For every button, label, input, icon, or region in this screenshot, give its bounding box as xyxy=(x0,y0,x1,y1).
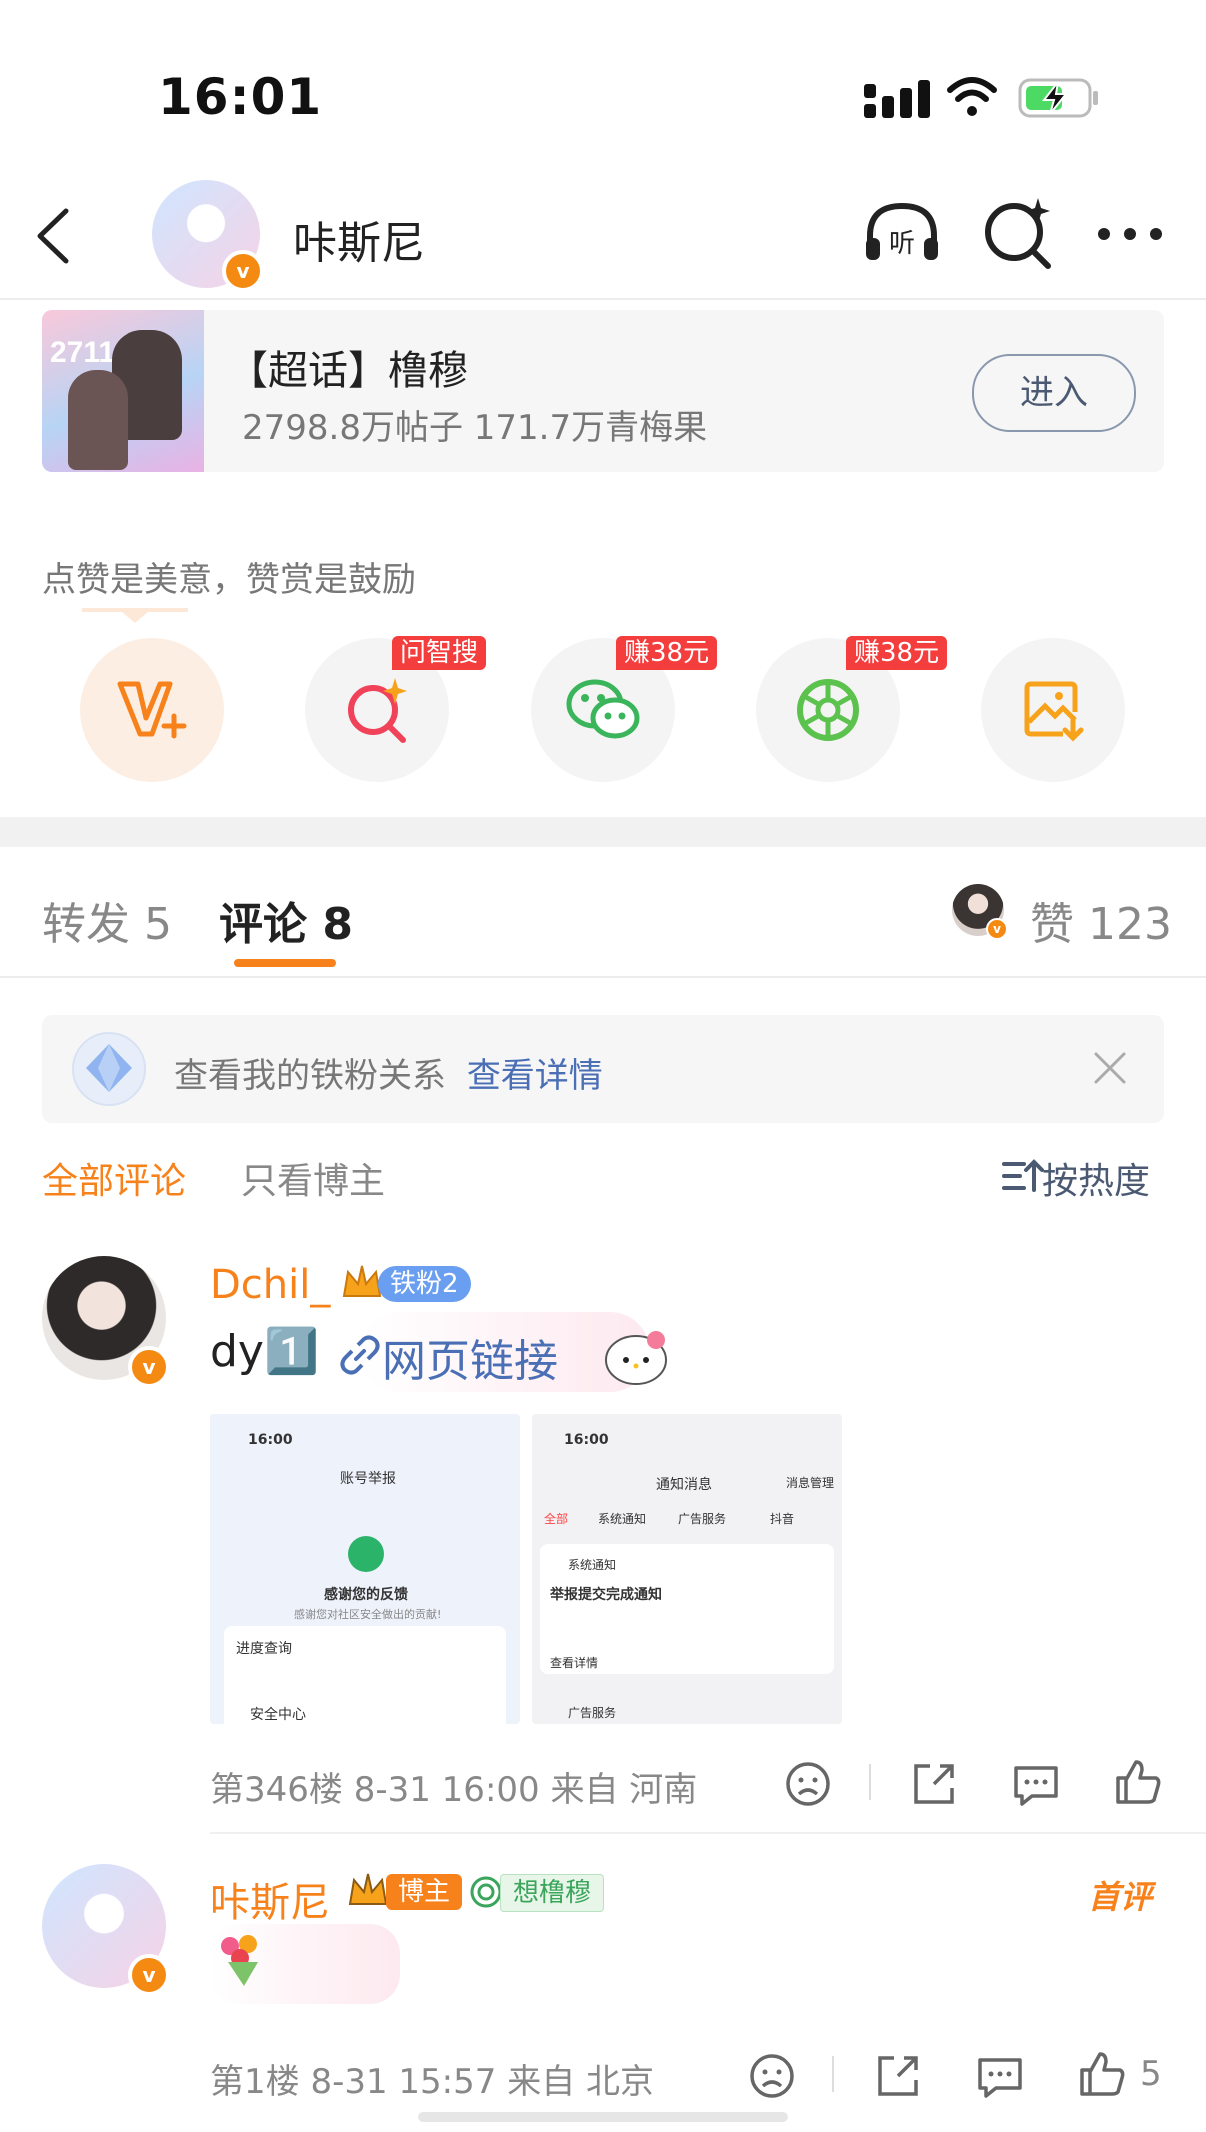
img2-chip-1: 全部 xyxy=(544,1512,569,1526)
first-comment-label: 首评 xyxy=(1088,1878,1153,1916)
svg-text:听: 听 xyxy=(889,229,915,259)
v-plus-icon xyxy=(117,681,187,739)
commenter-verified-icon: v xyxy=(128,1954,170,1996)
active-tab-indicator xyxy=(234,959,336,967)
back-arrow-icon[interactable] xyxy=(30,205,80,267)
host-badge: 博主 xyxy=(386,1874,463,1910)
reply-icon[interactable] xyxy=(1010,1758,1062,1810)
filter-all-comments[interactable]: 全部评论 xyxy=(42,1152,186,1204)
img2-line3: 查看详情 xyxy=(550,1656,599,1670)
like-thumb-icon[interactable] xyxy=(1112,1756,1164,1808)
img2-right: 消息管理 xyxy=(786,1476,835,1490)
moments-reward-tag: 赚38元 xyxy=(846,636,948,670)
comment-divider xyxy=(210,1832,1206,1834)
close-icon[interactable] xyxy=(1092,1050,1128,1086)
lollipop-icon xyxy=(470,1876,502,1908)
img1-line1: 感谢您的反馈 xyxy=(324,1587,408,1603)
wifi-icon xyxy=(947,77,997,116)
home-indicator[interactable] xyxy=(418,2112,788,2122)
smart-search-icon xyxy=(348,678,407,743)
img1-title: 账号举报 xyxy=(340,1471,396,1487)
commenter-name[interactable]: 咔斯尼 xyxy=(210,1870,330,1928)
like-tip: 点赞是美意，赞赏是鼓励 xyxy=(42,560,416,600)
tabs-divider xyxy=(0,976,1206,978)
liker-verified-icon: v xyxy=(986,918,1008,940)
img1-line2: 感谢您对社区安全做出的贡献! xyxy=(294,1608,442,1621)
hello-kitty-sticker-icon xyxy=(605,1331,667,1385)
iron-fan-label: 查看我的铁粉关系 xyxy=(174,1056,446,1096)
img2-chip-3: 广告服务 xyxy=(678,1512,727,1526)
smart-search-tag: 问智搜 xyxy=(392,636,487,670)
link-icon xyxy=(340,1335,380,1375)
super-topic-stats: 2798.8万帖子 171.7万青梅果 xyxy=(242,408,708,448)
search-icon[interactable] xyxy=(976,192,1060,276)
flower-bouquet-icon xyxy=(221,1935,258,1986)
sort-by-heat[interactable]: 按热度 xyxy=(1042,1152,1150,1204)
dislike-face-icon[interactable] xyxy=(746,2050,798,2102)
web-link[interactable]: 网页链接 xyxy=(382,1325,558,1389)
img2-line1: 系统通知 xyxy=(568,1558,617,1572)
more-icon[interactable] xyxy=(1096,220,1164,248)
img2-chip-4: 抖音 xyxy=(770,1512,795,1526)
commenter-verified-icon: v xyxy=(128,1346,170,1388)
comment-meta: 第346楼 8-31 16:00 来自 河南 xyxy=(210,1770,698,1810)
verified-badge-icon: v xyxy=(222,250,264,292)
img1-line4: 安全中心 xyxy=(250,1707,306,1723)
comment-image-1[interactable]: 16:00 账号举报 感谢您的反馈 感谢您对社区安全做出的贡献! 进度查询 安全… xyxy=(210,1414,520,1724)
action-separator xyxy=(832,2056,834,2092)
save-image-button[interactable] xyxy=(981,638,1125,782)
crown-icon xyxy=(348,1873,388,1905)
vip-reward-button[interactable] xyxy=(80,638,224,782)
tab-likes[interactable]: 赞 123 xyxy=(1030,888,1172,952)
img1-time: 16:00 xyxy=(248,1432,293,1448)
thumbnail-text: 2711 xyxy=(50,336,116,369)
topic-badge: 想橹穆 xyxy=(500,1874,605,1912)
enter-topic-button[interactable]: 进入 xyxy=(972,354,1136,432)
img2-line4: 广告服务 xyxy=(568,1706,617,1720)
img2-chip-2: 系统通知 xyxy=(598,1512,647,1526)
img2-time: 16:00 xyxy=(564,1432,609,1448)
tab-comments[interactable]: 评论 8 xyxy=(219,888,353,952)
img2-line2: 举报提交完成通知 xyxy=(550,1587,662,1603)
section-separator xyxy=(0,817,1206,847)
super-topic-thumbnail: 2711 xyxy=(42,310,204,472)
share-icon[interactable] xyxy=(872,2050,924,2102)
header-divider xyxy=(0,298,1206,300)
diamond-icon xyxy=(72,1032,146,1106)
dislike-face-icon[interactable] xyxy=(782,1758,834,1810)
share-icon[interactable] xyxy=(908,1758,960,1810)
iron-fan-text: 查看我的铁粉关系 查看详情 xyxy=(174,1048,603,1097)
comment-text: dy1️⃣ xyxy=(210,1326,319,1377)
wechat-icon xyxy=(566,679,640,739)
view-details-link[interactable]: 查看详情 xyxy=(467,1056,603,1096)
filter-host-only[interactable]: 只看博主 xyxy=(241,1152,385,1204)
iron-fan-badge: 铁粉2 xyxy=(378,1266,471,1302)
save-image-icon xyxy=(1024,681,1084,742)
img2-title: 通知消息 xyxy=(656,1477,712,1493)
battery-charging-icon xyxy=(1018,78,1098,118)
pointer-arrow xyxy=(82,608,188,623)
reply-icon[interactable] xyxy=(974,2050,1026,2102)
commenter-name[interactable]: Dchil_ xyxy=(210,1262,330,1308)
super-topic-title: 【超话】橹穆 xyxy=(228,348,468,394)
moments-icon xyxy=(797,679,859,741)
cellular-signal-icon xyxy=(864,80,930,118)
listen-icon[interactable]: 听 xyxy=(860,192,944,276)
wechat-reward-tag: 赚38元 xyxy=(616,636,718,670)
status-time: 16:01 xyxy=(158,68,323,126)
like-count: 5 xyxy=(1140,2054,1162,2094)
tab-repost[interactable]: 转发 5 xyxy=(42,888,172,952)
comment-meta: 第1楼 8-31 15:57 来自 北京 xyxy=(210,2062,655,2102)
sort-icon[interactable] xyxy=(1002,1158,1044,1194)
img1-line3: 进度查询 xyxy=(236,1641,292,1657)
comment-image-2[interactable]: 16:00 通知消息 消息管理 全部 系统通知 广告服务 抖音 系统通知 举报提… xyxy=(532,1414,842,1724)
action-separator xyxy=(869,1764,871,1800)
user-name[interactable]: 咔斯尼 xyxy=(293,207,425,271)
like-thumb-icon[interactable] xyxy=(1076,2048,1128,2100)
